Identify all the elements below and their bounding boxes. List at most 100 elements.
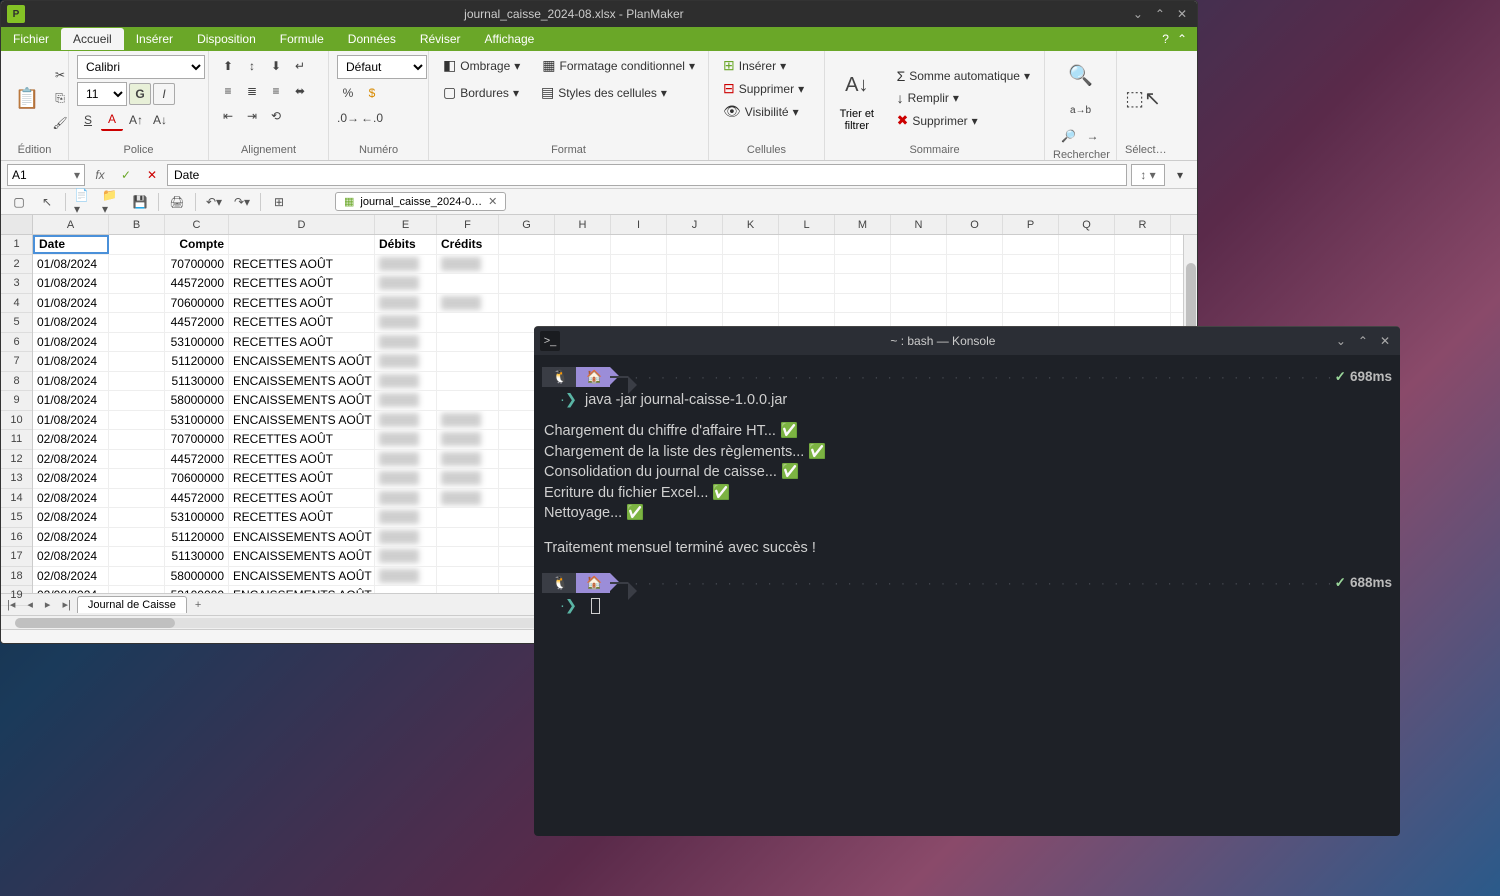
column-header-H[interactable]: H	[555, 215, 611, 234]
new-file-icon[interactable]: 📄▾	[74, 192, 94, 212]
command-line-empty[interactable]: ·❯	[542, 597, 1392, 617]
cell[interactable]	[499, 274, 555, 293]
cell[interactable]: 44572000	[165, 274, 229, 293]
cell[interactable]	[109, 372, 165, 391]
cell[interactable]	[109, 255, 165, 274]
close-icon[interactable]: ✕	[1177, 7, 1187, 21]
expand-formula-button[interactable]: ↕ ▾	[1131, 164, 1165, 186]
cell[interactable]: RECETTES AOÛT	[229, 450, 375, 469]
cut-icon[interactable]: ✂	[49, 64, 71, 86]
cell[interactable]	[555, 235, 611, 254]
cell[interactable]	[779, 255, 835, 274]
cell[interactable]: RECETTES AOÛT	[229, 313, 375, 332]
indent-right-icon[interactable]: ⇥	[241, 105, 263, 127]
cell[interactable]: XXXX	[375, 469, 437, 488]
formula-input[interactable]: Date	[167, 164, 1127, 186]
row-header[interactable]: 5	[1, 313, 32, 333]
cell[interactable]	[611, 255, 667, 274]
paste-icon[interactable]: 📋	[9, 79, 45, 119]
cell[interactable]	[109, 352, 165, 371]
cell[interactable]	[835, 235, 891, 254]
cell[interactable]: RECETTES AOÛT	[229, 274, 375, 293]
cell[interactable]: ENCAISSEMENTS AOÛT	[229, 391, 375, 410]
cell[interactable]	[109, 489, 165, 508]
cell[interactable]	[611, 294, 667, 313]
minimize-icon[interactable]: ⌄	[1133, 7, 1143, 21]
cell[interactable]: RECETTES AOÛT	[229, 508, 375, 527]
row-header[interactable]: 4	[1, 294, 32, 314]
menu-accueil[interactable]: Accueil	[61, 28, 124, 50]
cell[interactable]: XXXX	[437, 469, 499, 488]
cell[interactable]	[611, 274, 667, 293]
row-header[interactable]: 16	[1, 528, 32, 548]
cell[interactable]	[109, 469, 165, 488]
column-header-K[interactable]: K	[723, 215, 779, 234]
cell[interactable]: XXXX	[437, 489, 499, 508]
cell[interactable]	[375, 586, 437, 593]
inserer-button[interactable]: ⊞Insérer ▾	[717, 55, 816, 76]
cell[interactable]: XXXX	[437, 430, 499, 449]
column-header-L[interactable]: L	[779, 215, 835, 234]
row-header[interactable]: 12	[1, 450, 32, 470]
cell[interactable]: XXXX	[375, 372, 437, 391]
align-right-icon[interactable]: ≡	[265, 80, 287, 102]
cell[interactable]: ENCAISSEMENTS AOÛT	[229, 567, 375, 586]
menu-reviser[interactable]: Réviser	[408, 28, 473, 50]
cell[interactable]	[109, 235, 165, 254]
menu-donnees[interactable]: Données	[336, 28, 408, 50]
font-grow-icon[interactable]: A↑	[125, 109, 147, 131]
replace-icon[interactable]: a→b	[1070, 99, 1092, 121]
cell[interactable]	[109, 391, 165, 410]
remplir-button[interactable]: ↓Remplir ▾	[891, 88, 1036, 108]
cell[interactable]: 70600000	[165, 469, 229, 488]
cell[interactable]	[555, 274, 611, 293]
cell[interactable]: RECETTES AOÛT	[229, 294, 375, 313]
cell[interactable]	[1059, 235, 1115, 254]
column-header-F[interactable]: F	[437, 215, 499, 234]
cell[interactable]: RECETTES AOÛT	[229, 469, 375, 488]
menu-inserer[interactable]: Insérer	[124, 28, 185, 50]
cell[interactable]	[835, 294, 891, 313]
align-center-icon[interactable]: ≣	[241, 80, 263, 102]
cell[interactable]: XXXX	[375, 294, 437, 313]
cell[interactable]: 01/08/2024	[33, 294, 109, 313]
column-header-M[interactable]: M	[835, 215, 891, 234]
cell[interactable]: ENCAISSEMENTS AOÛT	[229, 372, 375, 391]
bordures-button[interactable]: ▢Bordures ▾	[437, 82, 525, 103]
cell[interactable]: XXXX	[375, 489, 437, 508]
cell[interactable]	[779, 235, 835, 254]
cell[interactable]	[1003, 255, 1059, 274]
column-header-R[interactable]: R	[1115, 215, 1171, 234]
cell[interactable]: XXXX	[375, 274, 437, 293]
cell[interactable]: ENCAISSEMENTS AOÛT	[229, 547, 375, 566]
column-header-G[interactable]: G	[499, 215, 555, 234]
align-left-icon[interactable]: ≡	[217, 80, 239, 102]
bold-button[interactable]: G	[129, 83, 151, 105]
cell[interactable]: 02/08/2024	[33, 586, 109, 593]
cell[interactable]	[437, 391, 499, 410]
column-header-P[interactable]: P	[1003, 215, 1059, 234]
align-middle-icon[interactable]: ↕	[241, 55, 263, 77]
cell[interactable]: 53100000	[165, 586, 229, 593]
print-icon[interactable]: 🖨	[167, 192, 187, 212]
konsole-minimize-icon[interactable]: ⌄	[1336, 334, 1346, 348]
cell[interactable]: XXXX	[375, 391, 437, 410]
cell[interactable]	[109, 547, 165, 566]
cell[interactable]: 53100000	[165, 411, 229, 430]
cell[interactable]	[779, 294, 835, 313]
goto-icon[interactable]: →	[1082, 125, 1104, 147]
align-top-icon[interactable]: ⬆	[217, 55, 239, 77]
cell[interactable]: XXXX	[437, 411, 499, 430]
column-header-I[interactable]: I	[611, 215, 667, 234]
cell[interactable]	[723, 294, 779, 313]
column-header-C[interactable]: C	[165, 215, 229, 234]
cell[interactable]	[891, 294, 947, 313]
cell[interactable]: 02/08/2024	[33, 469, 109, 488]
supprimer-button[interactable]: ⊟Supprimer ▾	[717, 78, 816, 99]
cell[interactable]	[437, 313, 499, 332]
cell[interactable]	[109, 274, 165, 293]
row-header[interactable]: 6	[1, 333, 32, 353]
cell[interactable]: XXXX	[437, 450, 499, 469]
cell[interactable]	[499, 255, 555, 274]
cell[interactable]	[1059, 274, 1115, 293]
